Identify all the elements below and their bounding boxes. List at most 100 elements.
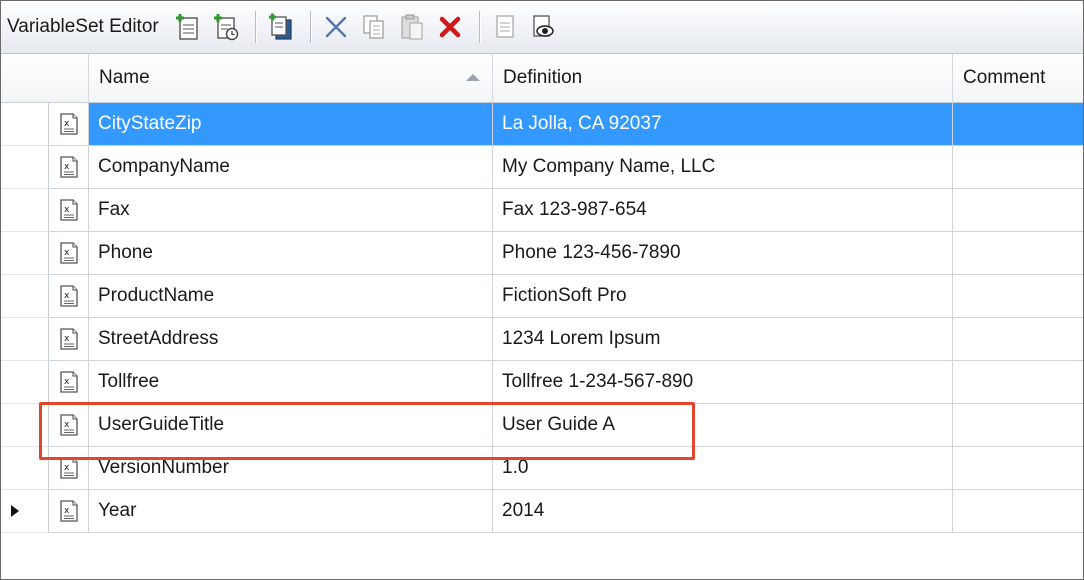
cell-definition[interactable]: My Company Name, LLC xyxy=(493,146,953,189)
table-row[interactable]: x Phone Phone 123-456-7890 xyxy=(1,232,1083,275)
row-icon-cell: x xyxy=(49,275,89,318)
import-variable-icon xyxy=(268,13,292,40)
cell-comment[interactable] xyxy=(953,361,1083,404)
cell-definition[interactable]: Fax 123-987-654 xyxy=(493,189,953,232)
table-row[interactable]: x VersionNumber 1.0 xyxy=(1,447,1083,490)
row-icon-cell: x xyxy=(49,447,89,490)
cell-comment[interactable] xyxy=(953,404,1083,447)
copy-button[interactable] xyxy=(357,9,391,45)
row-header[interactable] xyxy=(1,404,49,447)
cell-name[interactable]: Year xyxy=(89,490,493,533)
cell-name[interactable]: CityStateZip xyxy=(89,103,493,146)
column-header-name[interactable]: Name xyxy=(89,54,493,102)
column-header-definition[interactable]: Definition xyxy=(493,54,953,102)
table-row[interactable]: x Tollfree Tollfree 1-234-567-890 xyxy=(1,361,1083,404)
variableset-editor-window: VariableSet Editor Name Definition Comme… xyxy=(0,0,1084,580)
delete-icon xyxy=(439,16,460,38)
svg-text:x: x xyxy=(64,334,70,344)
add-variable-icon xyxy=(175,14,198,40)
table-row[interactable]: x ProductName FictionSoft Pro xyxy=(1,275,1083,318)
cell-definition[interactable]: User Guide A xyxy=(493,404,953,447)
cell-name[interactable]: VersionNumber xyxy=(89,447,493,490)
row-header[interactable] xyxy=(1,361,49,404)
row-header[interactable] xyxy=(1,103,49,146)
cell-comment[interactable] xyxy=(953,232,1083,275)
column-header-comment-label: Comment xyxy=(963,67,1046,88)
row-header[interactable] xyxy=(1,490,49,533)
column-header-definition-label: Definition xyxy=(503,67,583,88)
cell-comment[interactable] xyxy=(953,318,1083,361)
svg-text:x: x xyxy=(64,119,70,129)
row-icon-cell: x xyxy=(49,404,89,447)
table-row[interactable]: x Year 2014 xyxy=(1,490,1083,533)
column-header-comment[interactable]: Comment xyxy=(953,54,1083,102)
svg-text:x: x xyxy=(64,291,70,301)
cell-name[interactable]: Phone xyxy=(89,232,493,275)
preview-button[interactable] xyxy=(526,9,560,45)
grid-header: Name Definition Comment xyxy=(1,54,1083,103)
svg-text:x: x xyxy=(64,377,70,387)
variable-icon: x xyxy=(59,156,78,178)
cell-name[interactable]: StreetAddress xyxy=(89,318,493,361)
variable-icon: x xyxy=(59,457,78,479)
toolbar-separator xyxy=(309,11,311,43)
svg-text:x: x xyxy=(64,420,70,430)
table-row[interactable]: x StreetAddress 1234 Lorem Ipsum xyxy=(1,318,1083,361)
cell-comment[interactable] xyxy=(953,189,1083,232)
cell-comment[interactable] xyxy=(953,103,1083,146)
cell-comment[interactable] xyxy=(953,490,1083,533)
cell-definition[interactable]: Phone 123-456-7890 xyxy=(493,232,953,275)
row-header[interactable] xyxy=(1,447,49,490)
row-header[interactable] xyxy=(1,232,49,275)
import-variable-button[interactable] xyxy=(264,9,298,45)
cell-comment[interactable] xyxy=(953,146,1083,189)
add-datetime-variable-button[interactable] xyxy=(209,9,243,45)
row-header[interactable] xyxy=(1,189,49,232)
cell-definition[interactable]: FictionSoft Pro xyxy=(493,275,953,318)
preview-icon xyxy=(533,15,554,37)
column-header-name-label: Name xyxy=(99,67,150,88)
variable-icon: x xyxy=(59,414,78,436)
table-row[interactable]: x CityStateZip La Jolla, CA 92037 xyxy=(1,103,1083,146)
paste-button[interactable] xyxy=(395,9,429,45)
row-icon-cell: x xyxy=(49,103,89,146)
variable-properties-button[interactable] xyxy=(488,9,522,45)
cell-name[interactable]: Fax xyxy=(89,189,493,232)
cell-name[interactable]: Tollfree xyxy=(89,361,493,404)
cell-name[interactable]: ProductName xyxy=(89,275,493,318)
variable-icon: x xyxy=(59,242,78,264)
cell-definition[interactable]: Tollfree 1-234-567-890 xyxy=(493,361,953,404)
header-corner xyxy=(1,54,89,102)
variable-icon: x xyxy=(59,285,78,307)
table-row[interactable]: x Fax Fax 123-987-654 xyxy=(1,189,1083,232)
row-header[interactable] xyxy=(1,275,49,318)
table-row[interactable]: x UserGuideTitle User Guide A xyxy=(1,404,1083,447)
cut-button[interactable] xyxy=(319,9,353,45)
row-icon-cell: x xyxy=(49,189,89,232)
row-icon-cell: x xyxy=(49,490,89,533)
cell-name[interactable]: UserGuideTitle xyxy=(89,404,493,447)
row-header[interactable] xyxy=(1,318,49,361)
cell-comment[interactable] xyxy=(953,275,1083,318)
cell-definition[interactable]: 1.0 xyxy=(493,447,953,490)
cell-comment[interactable] xyxy=(953,447,1083,490)
svg-text:x: x xyxy=(64,463,70,473)
cell-definition[interactable]: 2014 xyxy=(493,490,953,533)
delete-button[interactable] xyxy=(433,9,467,45)
variable-icon: x xyxy=(59,328,78,350)
toolbar-separator xyxy=(478,11,480,43)
variable-icon: x xyxy=(59,113,78,135)
cell-definition[interactable]: 1234 Lorem Ipsum xyxy=(493,318,953,361)
current-row-arrow-icon xyxy=(11,505,19,517)
variable-icon: x xyxy=(59,500,78,522)
row-header[interactable] xyxy=(1,146,49,189)
editor-title: VariableSet Editor xyxy=(7,16,159,37)
add-variable-button[interactable] xyxy=(171,9,205,45)
row-icon-cell: x xyxy=(49,318,89,361)
table-row[interactable]: x CompanyName My Company Name, LLC xyxy=(1,146,1083,189)
copy-icon xyxy=(363,15,384,39)
cell-name[interactable]: CompanyName xyxy=(89,146,493,189)
cell-definition[interactable]: La Jolla, CA 92037 xyxy=(493,103,953,146)
svg-text:x: x xyxy=(64,205,70,215)
toolbar: VariableSet Editor xyxy=(1,1,1083,54)
